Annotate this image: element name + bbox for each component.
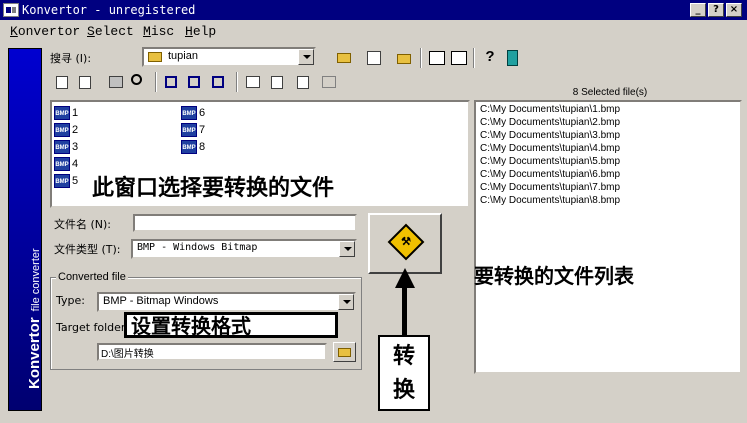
toolbar-separator [473, 48, 475, 68]
annotation-convert: 转 换 [378, 335, 430, 411]
add-files-icon[interactable] [53, 72, 73, 92]
bmp-file-icon: BMP [181, 105, 197, 120]
list-item[interactable]: C:\My Documents\tupian\3.bmp [480, 130, 620, 141]
browse-folder-button[interactable] [333, 342, 356, 362]
filename-input[interactable] [133, 214, 357, 232]
bmp-file-icon: BMP [54, 173, 70, 188]
group-legend: Converted file [56, 271, 128, 283]
file-item[interactable]: BMP 7 [181, 122, 205, 137]
file-item[interactable]: BMP 1 [54, 105, 78, 120]
chevron-down-icon[interactable] [298, 49, 314, 65]
type-select[interactable]: BMP - Bitmap Windows [97, 292, 356, 312]
edit-icon[interactable] [364, 48, 384, 68]
target-folder-input[interactable] [97, 343, 327, 361]
flip-icon[interactable] [209, 72, 229, 92]
search-label: 搜寻 (I): [50, 52, 92, 65]
toolbar-separator [236, 72, 238, 92]
grid-icon[interactable] [319, 72, 339, 92]
title-bar: Konvertor - unregistered _ ? × [0, 0, 747, 20]
file-item[interactable]: BMP 3 [54, 139, 78, 154]
add-all-icon[interactable] [76, 72, 96, 92]
close-button[interactable]: × [726, 3, 742, 17]
folder-icon [338, 348, 351, 357]
toolbar-separator [155, 72, 157, 92]
bmp-file-icon: BMP [181, 122, 197, 137]
list-item[interactable]: C:\My Documents\tupian\5.bmp [480, 156, 620, 167]
bmp-file-icon: BMP [54, 139, 70, 154]
chevron-down-icon[interactable] [339, 241, 355, 257]
selected-count: 8 Selected file(s) [572, 87, 648, 98]
rotate-right-icon[interactable] [185, 72, 205, 92]
minimize-button[interactable]: _ [690, 3, 706, 17]
folder-icon [148, 52, 162, 62]
worker-icon: ⚒ [401, 236, 411, 248]
menu-bar: Konvertor Select Misc Help [0, 21, 747, 42]
sidebar-brand: Konvertor [26, 317, 43, 389]
list-view-icon[interactable] [427, 48, 447, 68]
file-item[interactable]: BMP 2 [54, 122, 78, 137]
convert-button[interactable]: ⚒ [368, 213, 442, 274]
bmp-file-icon: BMP [181, 139, 197, 154]
new-icon[interactable] [268, 72, 288, 92]
list-item[interactable]: C:\My Documents\tupian\4.bmp [480, 143, 620, 154]
filetype-select[interactable]: BMP - Windows Bitmap [131, 239, 357, 259]
menu-konvertor[interactable]: Konvertor [10, 24, 80, 39]
menu-select[interactable]: Select [87, 24, 134, 39]
filetype-label: 文件类型 (T): [54, 243, 121, 256]
bmp-file-icon: BMP [54, 105, 70, 120]
file-browser[interactable]: BMP 1 BMP 2 BMP 3 BMP 4 BMP 5 BMP 6 BMP 7 BMP 8 … [50, 100, 470, 208]
list-item[interactable]: C:\My Documents\tupian\6.bmp [480, 169, 620, 180]
remove-icon[interactable] [106, 72, 126, 92]
list-item[interactable]: C:\My Documents\tupian\8.bmp [480, 195, 620, 206]
bmp-file-icon: BMP [54, 122, 70, 137]
chevron-down-icon[interactable] [338, 294, 354, 310]
search-icon[interactable] [128, 72, 148, 92]
selected-files-list[interactable]: C:\My Documents\tupian\1.bmp C:\My Docum… [474, 100, 742, 374]
sidebar-subtitle: file converter [30, 248, 42, 312]
details-view-icon[interactable] [449, 48, 469, 68]
arrow-shaft [402, 285, 407, 335]
properties-icon[interactable] [243, 72, 263, 92]
folder-combo[interactable]: tupian [142, 47, 316, 67]
help-button[interactable]: ? [708, 3, 724, 17]
rotate-icon[interactable] [162, 72, 182, 92]
file-item[interactable]: BMP 6 [181, 105, 205, 120]
menu-misc[interactable]: Misc [143, 24, 174, 39]
annotation-file-window: 此窗口选择要转换的文件 [92, 175, 335, 201]
list-item[interactable]: C:\My Documents\tupian\1.bmp [480, 104, 620, 115]
help-icon[interactable]: ? [480, 48, 500, 68]
sidebar-banner: Konvertor file converter [8, 48, 43, 411]
toolbar-separator [420, 48, 422, 68]
bmp-file-icon: BMP [54, 156, 70, 171]
up-folder-icon[interactable] [334, 48, 354, 68]
target-folder-label: Target folder: [56, 321, 129, 334]
copy-icon[interactable] [294, 72, 314, 92]
list-item[interactable]: C:\My Documents\tupian\2.bmp [480, 117, 620, 128]
annotation-format: 设置转换格式 [124, 312, 338, 338]
folder-value: tupian [168, 50, 198, 62]
filename-label: 文件名 (N): [54, 218, 112, 231]
annotation-list: 要转换的文件列表 [474, 264, 634, 288]
app-icon [3, 3, 19, 17]
window-title: Konvertor - unregistered [22, 3, 196, 17]
file-item[interactable]: BMP 5 [54, 173, 78, 188]
file-item[interactable]: BMP 4 [54, 156, 78, 171]
exit-icon[interactable] [503, 48, 523, 68]
file-item[interactable]: BMP 8 [181, 139, 205, 154]
type-label: Type: [56, 294, 85, 307]
menu-help[interactable]: Help [185, 24, 216, 39]
new-folder-icon[interactable] [394, 48, 414, 68]
list-item[interactable]: C:\My Documents\tupian\7.bmp [480, 182, 620, 193]
